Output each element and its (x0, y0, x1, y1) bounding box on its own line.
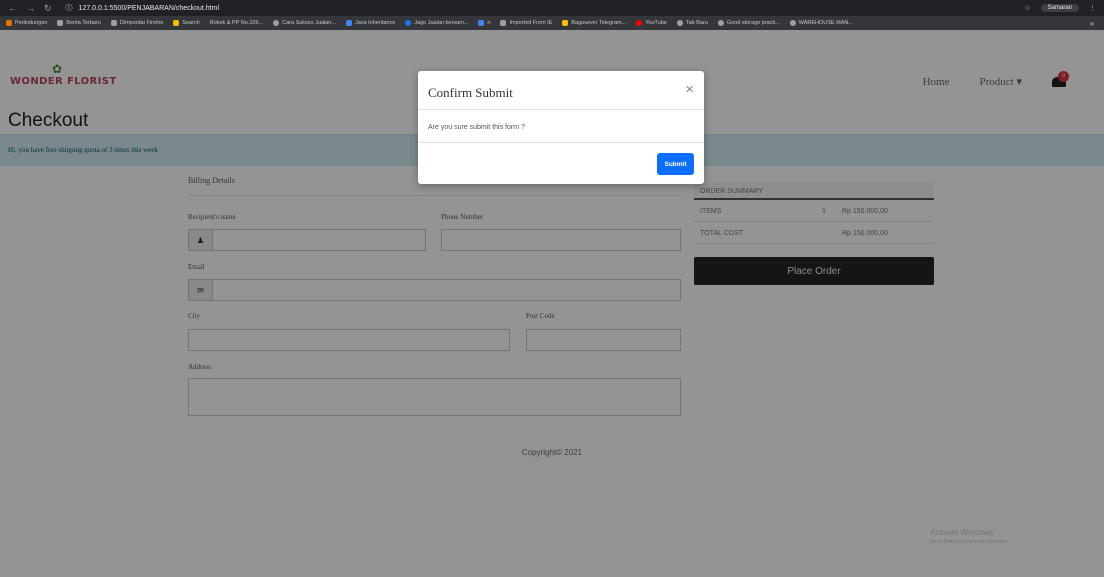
bookmark-item[interactable]: Tab Baru (676, 20, 708, 26)
browser-toolbar: ← → ↻ ⓘ 127.0.0.1:5500/PENJABARAN/checko… (0, 0, 1104, 16)
reload-icon[interactable]: ↻ (44, 3, 52, 14)
bookmark-item[interactable]: n (478, 20, 490, 26)
bookmark-item[interactable]: Imported From IE (500, 20, 552, 26)
bookmark-star-icon[interactable]: ☆ (1024, 4, 1030, 12)
bookmark-item[interactable]: Good storage practi... (717, 20, 780, 26)
bookmark-item[interactable]: WAREHOUSE MAN... (789, 20, 853, 26)
bookmarks-bar: Perlindungan Berita Terbaru Dimpordai Fi… (0, 16, 1104, 30)
bookmark-item[interactable]: Rokok & PP No.109... (210, 20, 263, 26)
bookmark-item[interactable]: Java Inheritance (345, 20, 395, 26)
modal-header: Confirm Submit × (418, 71, 704, 110)
site-info-icon[interactable]: ⓘ (66, 3, 73, 13)
browser-nav: ← → ↻ (0, 3, 52, 14)
bookmark-item[interactable]: YouTube (636, 20, 667, 26)
confirm-submit-modal: Confirm Submit × Are you sure submit thi… (418, 71, 704, 184)
forward-icon[interactable]: → (26, 3, 35, 14)
submit-button[interactable]: Submit (657, 153, 694, 175)
bookmark-item[interactable]: Jago Jualan bersam... (405, 20, 468, 26)
modal-title: Confirm Submit (428, 85, 513, 100)
bookmark-item[interactable]: Bagusever Telegram... (562, 20, 626, 26)
close-icon[interactable]: × (685, 82, 694, 97)
profile-button[interactable]: Samaran (1040, 4, 1079, 12)
bookmark-item[interactable]: Dimpordai Firefox (110, 20, 163, 26)
menu-icon[interactable]: ⋮ (1089, 4, 1096, 12)
bookmark-item[interactable]: Perlindungan (6, 20, 47, 26)
bookmark-item[interactable]: Cara Sukses Jualan... (273, 20, 336, 26)
bookmark-item[interactable]: Berita Terbaru (57, 20, 101, 26)
url-text: 127.0.0.1:5500/PENJABARAN/checkout.html (78, 4, 220, 12)
modal-body: Are you sure submit this form ? (418, 110, 704, 143)
bookmark-item[interactable]: Search (173, 20, 200, 26)
back-icon[interactable]: ← (8, 3, 17, 14)
address-bar[interactable]: ⓘ 127.0.0.1:5500/PENJABARAN/checkout.htm… (66, 3, 219, 13)
bookmarks-more-button[interactable]: » (1090, 19, 1104, 28)
